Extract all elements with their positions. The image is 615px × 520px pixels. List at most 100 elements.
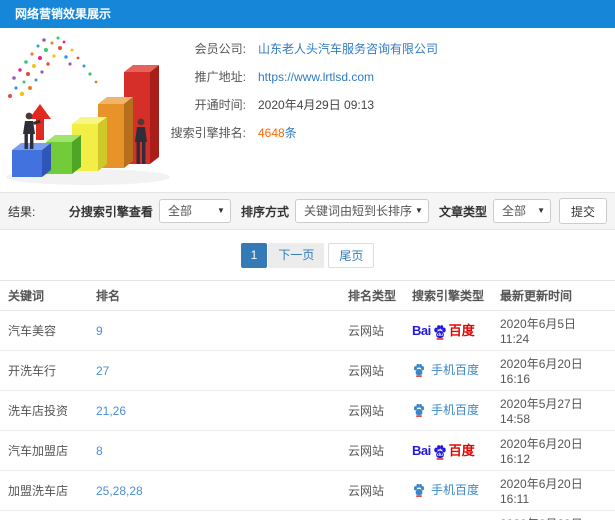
baidu-logo-text-cn: 百度 — [448, 442, 475, 458]
promotion-url-link[interactable]: https://www.lrtlsd.com — [258, 70, 374, 84]
page-1-button[interactable]: 1 — [240, 243, 268, 268]
rank-cell[interactable]: 21,26 — [88, 390, 340, 431]
summary-section: 会员公司: 山东老人头汽车服务咨询有限公司 推广地址: https://www.… — [0, 28, 615, 192]
rank-cell[interactable]: 8 — [88, 430, 340, 471]
column-header-update-time: 最新更新时间 — [492, 280, 615, 311]
rank-type-cell: 云网站 — [340, 510, 404, 520]
column-header-rank-type: 排名类型 — [340, 280, 404, 311]
filter-bar: 结果: 分搜索引擎查看 全部 ▼ 排序方式 关键词由短到长排序 ▼ 文章类型 全… — [0, 192, 615, 230]
keyword-cell: 加盟洗车店 — [0, 470, 88, 511]
baidu-logo-text-bai: Bai — [412, 442, 431, 458]
keyword-cell: 洗车店投资 — [0, 390, 88, 431]
update-time-cell: 2020年6月5日 11:24 — [492, 310, 615, 351]
result-label: 结果: — [8, 204, 36, 219]
sort-selected-value: 关键词由短到长排序 — [303, 204, 412, 218]
table-row: 汽车加盟店 8 云网站 Bai du 百度 2020年6月20日 16:12 — [0, 430, 615, 471]
rank-type-cell: 云网站 — [340, 430, 404, 471]
mobile-baidu-label: 手机百度 — [431, 403, 480, 418]
engine-rank-count-label: 搜索引擎排名: — [170, 126, 246, 140]
mobile-baidu-badge: 手机百度 — [412, 361, 479, 378]
submit-button[interactable]: 提交 — [558, 198, 607, 224]
engine-filter-label: 分搜索引擎查看 — [68, 204, 153, 219]
engine-type-cell: Bai du 百度 — [404, 430, 492, 471]
engine-rank-count-value: 4648条 — [258, 124, 297, 141]
sort-select[interactable]: 关键词由短到长排序 ▼ — [294, 199, 429, 223]
last-page-button[interactable]: 尾页 — [328, 243, 375, 268]
keyword-cell: 洗车赚钱吗 — [0, 510, 88, 520]
confetti-dots — [8, 36, 98, 98]
chevron-down-icon: ▼ — [415, 206, 423, 215]
article-type-label: 文章类型 — [438, 204, 487, 219]
rank-cell[interactable]: 9 — [88, 310, 340, 351]
engine-type-cell: Bai du 百度 — [404, 350, 492, 391]
mobile-baidu-label: 手机百度 — [431, 483, 480, 498]
member-company-link[interactable]: 山东老人头汽车服务咨询有限公司 — [258, 40, 438, 57]
table-row: 洗车赚钱吗 30 云网站 Bai du 百度 — [0, 510, 615, 520]
open-time-label: 开通时间: — [194, 98, 246, 112]
update-time-cell: 2020年6月20日 16:16 — [492, 350, 615, 391]
open-time-row: 开通时间: 2020年4月29日 09:13 — [150, 96, 438, 113]
baidu-logo-text-cn: 百度 — [448, 322, 475, 338]
update-time-cell: 2020年6月20日 16:12 — [492, 430, 615, 471]
engine-type-cell: Bai du 百度 — [404, 470, 492, 511]
rank-cell[interactable]: 27 — [88, 350, 340, 391]
mobile-baidu-badge: 手机百度 — [412, 401, 479, 418]
engine-filter-select[interactable]: 全部 ▼ — [158, 199, 231, 223]
keyword-cell: 汽车加盟店 — [0, 430, 88, 471]
mobile-baidu-paw-icon — [413, 403, 425, 417]
rank-count-number: 4648 — [258, 126, 285, 140]
keyword-cell: 开洗车行 — [0, 350, 88, 391]
bar-green — [46, 135, 81, 174]
rank-type-cell: 云网站 — [340, 390, 404, 431]
rank-cell[interactable]: 25,28,28 — [88, 470, 340, 511]
mobile-baidu-label: 手机百度 — [431, 363, 480, 378]
svg-text:du: du — [437, 332, 443, 337]
table-row: 汽车美容 9 云网站 Bai du 百度 2020年6月5日 11:24 — [0, 310, 615, 351]
engine-type-cell: Bai du 百度 — [404, 390, 492, 431]
pagination: 1 下一页 尾页 — [0, 243, 615, 268]
open-time-value: 2020年4月29日 09:13 — [258, 98, 375, 112]
promotion-url-label: 推广地址: — [194, 70, 246, 84]
promotion-url-row: 推广地址: https://www.lrtlsd.com — [150, 68, 438, 85]
baidu-logo: Bai du 百度 — [412, 322, 475, 340]
sort-label: 排序方式 — [240, 204, 289, 219]
mobile-baidu-paw-icon — [413, 363, 425, 377]
chevron-down-icon: ▼ — [537, 206, 545, 215]
column-header-keyword: 关键词 — [0, 280, 88, 311]
table-row: 洗车店投资 21,26 云网站 Bai du 百度 — [0, 390, 615, 431]
engine-type-cell: Bai du 百度 — [404, 310, 492, 351]
rank-cell[interactable]: 30 — [88, 510, 340, 520]
rank-type-cell: 云网站 — [340, 470, 404, 511]
column-header-rank: 排名 — [88, 280, 340, 311]
svg-text:du: du — [437, 452, 443, 457]
article-type-select[interactable]: 全部 ▼ — [492, 199, 551, 223]
table-row: 加盟洗车店 25,28,28 云网站 Bai du 百度 — [0, 470, 615, 511]
baidu-paw-icon: du — [434, 444, 446, 460]
column-header-engine-type: 搜索引擎类型 — [404, 280, 492, 311]
update-time-cell: 2020年6月20日 16:12 — [492, 510, 615, 520]
engine-rank-count-row: 搜索引擎排名: 4648条 — [150, 124, 438, 141]
rank-type-cell: 云网站 — [340, 350, 404, 391]
next-page-button[interactable]: 下一页 — [268, 243, 325, 268]
update-time-cell: 2020年6月20日 16:11 — [492, 470, 615, 511]
filter-controls: 分搜索引擎查看 全部 ▼ 排序方式 关键词由短到长排序 ▼ 文章类型 全部 ▼ … — [59, 198, 607, 224]
member-company-label: 会员公司: — [194, 42, 246, 56]
baidu-paw-icon: du — [434, 324, 446, 340]
rank-type-cell: 云网站 — [340, 310, 404, 351]
update-time-cell: 2020年5月27日 14:58 — [492, 390, 615, 431]
chevron-down-icon: ▼ — [217, 206, 225, 215]
table-header-row: 关键词 排名 排名类型 搜索引擎类型 最新更新时间 — [0, 280, 615, 311]
rank-count-suffix: 条 — [284, 126, 297, 140]
engine-type-cell: Bai du 百度 — [404, 510, 492, 520]
keyword-cell: 汽车美容 — [0, 310, 88, 351]
baidu-logo: Bai du 百度 — [412, 442, 475, 460]
article-type-selected-value: 全部 — [501, 204, 526, 218]
mobile-baidu-badge: 手机百度 — [412, 481, 479, 498]
engine-filter-selected-value: 全部 — [167, 204, 192, 218]
results-table: 关键词 排名 排名类型 搜索引擎类型 最新更新时间 汽车美容 9 云网站 Bai… — [0, 280, 615, 520]
page-title: 网络营销效果展示 — [0, 0, 615, 28]
baidu-logo-text-bai: Bai — [412, 322, 431, 338]
mobile-baidu-paw-icon — [413, 483, 425, 497]
member-info: 会员公司: 山东老人头汽车服务咨询有限公司 推广地址: https://www.… — [150, 40, 438, 152]
member-company-row: 会员公司: 山东老人头汽车服务咨询有限公司 — [150, 40, 438, 57]
